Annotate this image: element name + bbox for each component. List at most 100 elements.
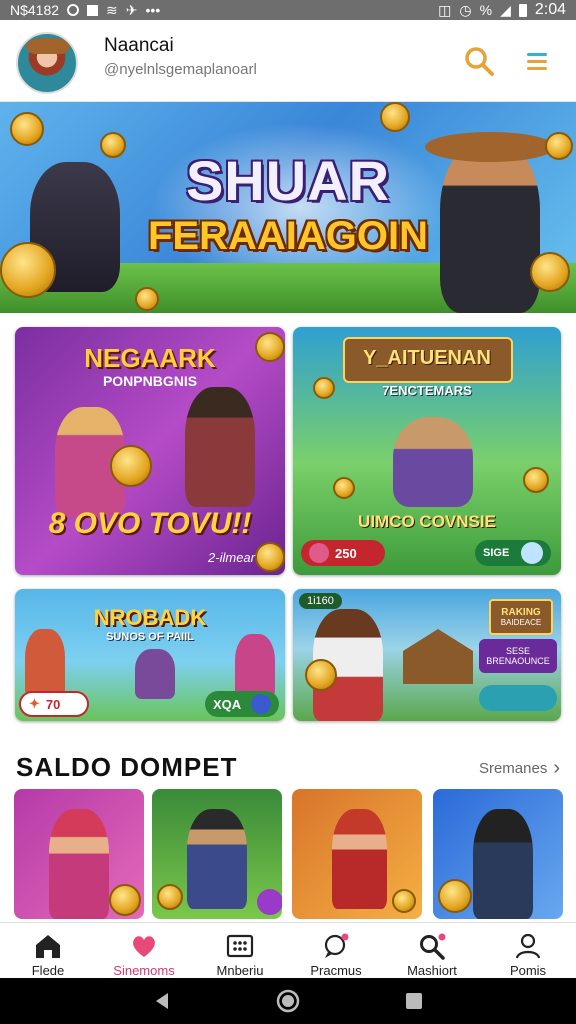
gem-icon <box>257 889 282 915</box>
coin-icon <box>255 542 285 572</box>
coin-icon <box>10 112 44 146</box>
signal-icon: ◢ <box>500 1 511 18</box>
orb-icon <box>251 694 271 714</box>
coin-icon <box>438 879 472 913</box>
card-value: 70 <box>45 696 61 712</box>
coin-icon <box>523 467 549 493</box>
card-value: 250 <box>335 545 357 561</box>
card-action-text: SIGE <box>483 547 510 559</box>
stop-icon <box>87 4 99 16</box>
nav-item-home[interactable]: Flede <box>0 923 96 978</box>
airplane-icon: ✈ <box>125 1 138 18</box>
heart-icon <box>133 936 155 957</box>
status-left-text: N$4182 <box>10 2 60 18</box>
coin-icon <box>333 477 355 499</box>
game-card-3[interactable]: NROBADK SUNOS OF PAIIL ✦ 70 XQA <box>15 589 285 721</box>
card-tagline: UIMCO COVNSIE <box>358 512 496 531</box>
coin-icon <box>313 377 335 399</box>
grid-icon <box>226 934 254 958</box>
search-icon <box>420 933 446 960</box>
nav-label: Flede <box>31 963 65 978</box>
game-card-2[interactable]: Y_AITUENAN 7ENCTEMARS UIMCO COVNSIE 250 … <box>293 327 561 575</box>
coin-icon <box>392 889 416 913</box>
chevron-right-icon: › <box>553 757 560 779</box>
search-icon[interactable] <box>462 44 496 78</box>
nav-label: Pomis <box>509 963 547 978</box>
vibrate-icon: ◫ <box>438 1 452 18</box>
avatar[interactable] <box>16 32 78 94</box>
card-action-pill[interactable]: SIGE <box>475 540 551 566</box>
nav-label: Sinemoms <box>113 963 175 978</box>
nav-item-grid[interactable]: Mnberiu <box>192 923 288 978</box>
card-building <box>403 629 473 684</box>
username: Naancai <box>104 35 174 56</box>
back-icon[interactable] <box>151 990 173 1012</box>
card-badge: 2-ilmear <box>208 550 255 565</box>
card-side-text2: BRENAOUNCE <box>486 656 550 666</box>
card-action-pill[interactable] <box>479 685 557 711</box>
battery-text: % <box>479 2 493 18</box>
nav-item-search[interactable]: Mashiort <box>384 923 480 978</box>
nav-label: Mashiort <box>407 963 457 978</box>
home-icon <box>36 935 60 958</box>
coin-icon <box>135 287 159 311</box>
nav-label: Pracmus <box>310 963 362 978</box>
recents-icon[interactable] <box>403 990 425 1012</box>
battery-icon <box>518 3 527 17</box>
menu-icon[interactable] <box>520 44 554 78</box>
bottom-nav: Flede Sinemoms Mnberiu Pracmus Mashiort … <box>0 922 576 978</box>
coin-icon <box>380 102 410 132</box>
profile-header: Naancai @nyelnlsgemaplanoarl <box>0 20 576 102</box>
thumbnail-character-red[interactable] <box>292 789 422 919</box>
see-all-link[interactable]: Sremanes › <box>479 757 560 780</box>
thumb-figure <box>473 809 533 919</box>
card-title-banner: RAKING BAIDEACE <box>489 599 553 635</box>
thumbnail-character-blue[interactable] <box>433 789 563 919</box>
card-side-text1: SESE <box>505 646 530 656</box>
card-characters <box>235 634 275 699</box>
coin-icon <box>110 445 152 487</box>
home-button-icon[interactable] <box>275 988 301 1014</box>
more-icon: ••• <box>145 2 161 18</box>
card-subtitle: PONPNBGNIS <box>102 373 198 389</box>
nav-item-messages[interactable]: Pracmus <box>288 923 384 978</box>
orb-icon <box>521 542 543 564</box>
thumb-figure <box>49 809 109 919</box>
thumbnail-character-pink[interactable] <box>14 789 144 919</box>
nav-label: Mnberiu <box>216 963 264 978</box>
section-title: SALDO DOMPET <box>16 752 238 782</box>
wifi-icon: ≋ <box>106 1 118 18</box>
profile-icon <box>515 933 541 959</box>
chat-icon <box>324 933 349 958</box>
game-card-4[interactable]: 1i160 RAKING BAIDEACE SESE BRENAOUNCE <box>293 589 561 721</box>
card-characters <box>25 629 65 699</box>
see-all-label: Sremanes <box>478 760 548 777</box>
system-nav-bar <box>0 978 576 1024</box>
alarm-icon: ◷ <box>459 1 472 18</box>
card-title: Y_AITUENAN <box>363 347 491 369</box>
thumb-figure <box>187 809 247 909</box>
coin-icon <box>109 884 141 916</box>
flame-icon: ✦ <box>29 696 40 711</box>
card-action-pill[interactable]: XQA <box>205 691 279 717</box>
card-title: RAKING <box>501 607 541 618</box>
card-character <box>393 417 473 507</box>
clock: 2:04 <box>534 1 566 18</box>
card-characters <box>135 649 175 699</box>
game-card-1[interactable]: NEGAARK PONPNBGNIS 8 OVO TOVU!! 2-ilmear <box>15 327 285 575</box>
card-value-pill: ✦ 70 <box>19 691 89 717</box>
card-action-text: XQA <box>213 696 242 712</box>
user-handle: @nyelnlsgemaplanoarl <box>104 61 257 78</box>
coin-icon <box>255 332 285 362</box>
hero-title-line2: FERAAIAGOIN <box>148 214 428 258</box>
nav-item-favorites[interactable]: Sinemoms <box>96 923 192 978</box>
card-tagline: 8 OVO TOVU!! <box>48 507 252 540</box>
thumbnail-character-cowboy[interactable] <box>152 789 282 919</box>
thumb-figure <box>332 809 387 909</box>
coin-icon <box>157 884 183 910</box>
hero-title-line1: SHUAR <box>185 149 391 212</box>
card-title: NROBADK <box>93 605 207 630</box>
nav-item-profile[interactable]: Pomis <box>480 923 576 978</box>
record-icon <box>67 4 80 16</box>
card-side-panel: SESE BRENAOUNCE <box>479 639 557 673</box>
